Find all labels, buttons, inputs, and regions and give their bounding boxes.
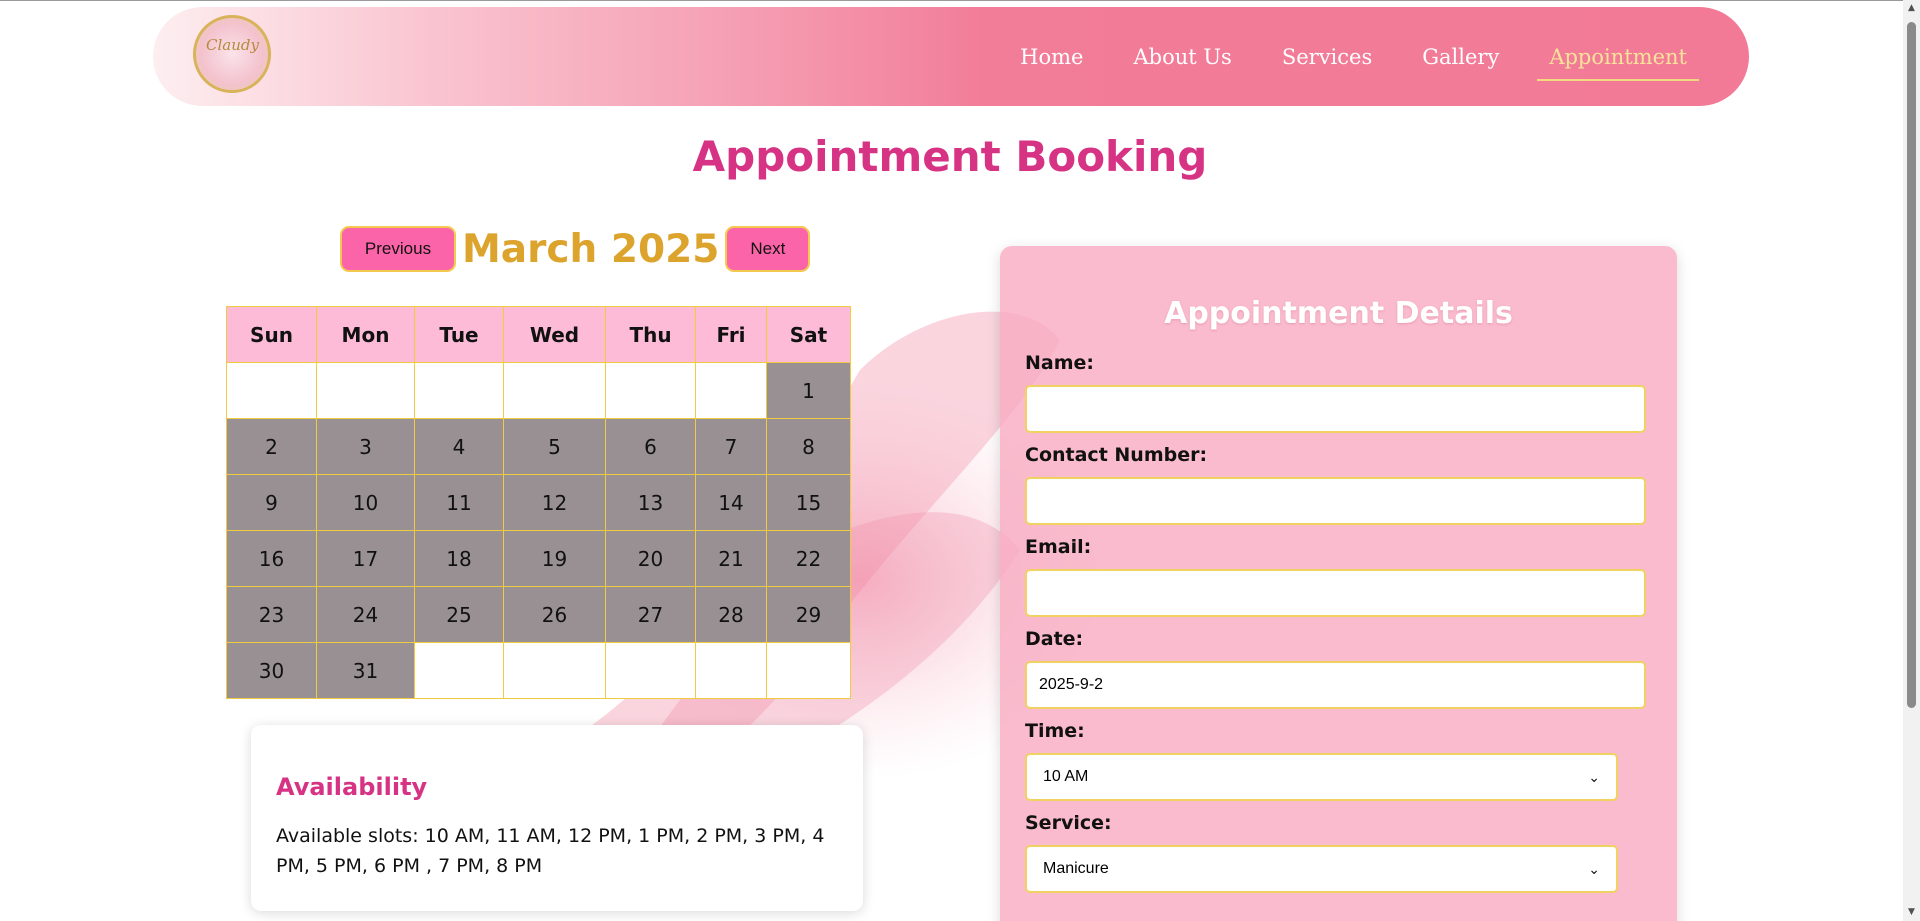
calendar-day-cell[interactable]: 1	[766, 362, 851, 419]
appointment-form: Appointment Details Name: Contact Number…	[1000, 246, 1677, 921]
weekday-fri: Fri	[695, 306, 767, 363]
calendar-day-cell[interactable]: 28	[695, 586, 767, 643]
window-top-border	[0, 0, 1920, 1]
calendar-week-row: 1	[226, 362, 851, 419]
calendar-day-cell[interactable]: 23	[226, 586, 317, 643]
calendar-grid: Sun Mon Tue Wed Thu Fri Sat 1 2 3 4 5 6 7 8 9 10 1…	[226, 306, 851, 699]
name-input[interactable]	[1025, 385, 1646, 433]
contact-number-input[interactable]	[1025, 477, 1646, 525]
calendar-day-cell[interactable]: 18	[414, 530, 504, 587]
nav-link-appointment[interactable]: Appointment	[1537, 33, 1699, 81]
calendar-day-cell[interactable]: 21	[695, 530, 767, 587]
calendar-day-cell[interactable]: 6	[605, 418, 696, 475]
calendar-day-cell[interactable]: 24	[316, 586, 415, 643]
time-label: Time:	[1025, 720, 1085, 742]
date-label: Date:	[1025, 628, 1084, 650]
calendar-header: Previous March 2025 Next	[340, 226, 811, 272]
chevron-down-icon: ⌄	[1588, 860, 1600, 877]
name-label: Name:	[1025, 352, 1095, 374]
calendar-empty-cell	[695, 642, 767, 699]
availability-slots-text: Available slots: 10 AM, 11 AM, 12 PM, 1 …	[276, 825, 825, 877]
nav-links: Home About Us Services Gallery Appointme…	[970, 7, 1699, 106]
calendar-day-cell[interactable]: 29	[766, 586, 851, 643]
page-title: Appointment Booking	[692, 132, 1208, 181]
weekday-tue: Tue	[414, 306, 504, 363]
calendar-day-cell[interactable]: 14	[695, 474, 767, 531]
calendar-month-label: March 2025	[462, 226, 720, 272]
previous-month-button[interactable]: Previous	[340, 226, 456, 272]
email-label: Email:	[1025, 536, 1092, 558]
calendar-day-cell[interactable]: 30	[226, 642, 317, 699]
calendar-week-row: 16 17 18 19 20 21 22	[226, 530, 851, 587]
time-select-value: 10 AM	[1043, 768, 1089, 785]
calendar-week-row: 9 10 11 12 13 14 15	[226, 474, 851, 531]
calendar-day-cell[interactable]: 2	[226, 418, 317, 475]
calendar-day-cell[interactable]: 10	[316, 474, 415, 531]
chevron-down-icon: ⌄	[1588, 768, 1600, 785]
calendar-day-cell[interactable]: 11	[414, 474, 504, 531]
service-select[interactable]: Manicure ⌄	[1025, 845, 1618, 893]
brand-logo[interactable]: Claudy	[193, 15, 271, 93]
calendar-day-cell[interactable]: 4	[414, 418, 504, 475]
calendar-empty-cell	[605, 642, 696, 699]
calendar-empty-cell	[226, 362, 317, 419]
logo-text: Claudy	[206, 36, 259, 54]
calendar-day-cell[interactable]: 9	[226, 474, 317, 531]
calendar-day-cell[interactable]: 16	[226, 530, 317, 587]
calendar-empty-cell	[503, 362, 606, 419]
calendar-day-cell[interactable]: 12	[503, 474, 606, 531]
next-month-button[interactable]: Next	[725, 226, 811, 272]
calendar-week-row: 2345678	[226, 418, 851, 475]
calendar-empty-cell	[414, 362, 504, 419]
calendar-day-cell[interactable]: 15	[766, 474, 851, 531]
calendar-day-cell[interactable]: 5	[503, 418, 606, 475]
weekday-sun: Sun	[226, 306, 317, 363]
calendar-day-cell[interactable]: 31	[316, 642, 415, 699]
calendar-empty-cell	[414, 642, 504, 699]
nav-link-services[interactable]: Services	[1282, 33, 1372, 81]
service-label: Service:	[1025, 812, 1112, 834]
time-select[interactable]: 10 AM ⌄	[1025, 753, 1618, 801]
calendar-day-cell[interactable]: 20	[605, 530, 696, 587]
page-scrollbar[interactable]: ▲ ▼	[1903, 0, 1920, 921]
date-input[interactable]: 2025-9-2	[1025, 661, 1646, 709]
weekday-header-row: Sun Mon Tue Wed Thu Fri Sat	[226, 306, 851, 363]
email-input[interactable]	[1025, 569, 1646, 617]
weekday-sat: Sat	[766, 306, 851, 363]
date-input-value: 2025-9-2	[1039, 676, 1104, 693]
calendar-empty-cell	[605, 362, 696, 419]
scrollbar-thumb[interactable]	[1907, 22, 1916, 708]
calendar-day-cell[interactable]: 3	[316, 418, 415, 475]
nav-link-about[interactable]: About Us	[1133, 33, 1231, 81]
weekday-thu: Thu	[605, 306, 696, 363]
navbar: Claudy Home About Us Services Gallery Ap…	[153, 7, 1749, 106]
calendar-day-cell[interactable]: 8	[766, 418, 851, 475]
weekday-mon: Mon	[316, 306, 415, 363]
scroll-down-arrow-icon[interactable]: ▼	[1903, 904, 1920, 921]
form-title: Appointment Details	[1164, 296, 1513, 331]
nav-link-gallery[interactable]: Gallery	[1422, 33, 1499, 81]
calendar-day-cell[interactable]: 27	[605, 586, 696, 643]
service-select-value: Manicure	[1043, 860, 1109, 877]
calendar-day-cell[interactable]: 25	[414, 586, 504, 643]
calendar-day-cell[interactable]: 22	[766, 530, 851, 587]
calendar-empty-cell	[316, 362, 415, 419]
calendar-empty-cell	[503, 642, 606, 699]
calendar-day-cell[interactable]: 19	[503, 530, 606, 587]
calendar-empty-cell	[695, 362, 767, 419]
availability-title: Availability	[276, 773, 428, 801]
weekday-wed: Wed	[503, 306, 606, 363]
calendar-day-cell[interactable]: 7	[695, 418, 767, 475]
calendar-empty-cell	[766, 642, 851, 699]
calendar-week-row: 23 24 25 26 27 28 29	[226, 586, 851, 643]
contact-number-label: Contact Number:	[1025, 444, 1208, 466]
calendar-day-cell[interactable]: 13	[605, 474, 696, 531]
calendar-week-row: 30 31	[226, 642, 851, 699]
scroll-up-arrow-icon[interactable]: ▲	[1903, 0, 1920, 17]
calendar-day-cell[interactable]: 26	[503, 586, 606, 643]
calendar-day-cell[interactable]: 17	[316, 530, 415, 587]
availability-card: Availability Available slots: 10 AM, 11 …	[251, 725, 863, 911]
nav-link-home[interactable]: Home	[1020, 33, 1083, 81]
